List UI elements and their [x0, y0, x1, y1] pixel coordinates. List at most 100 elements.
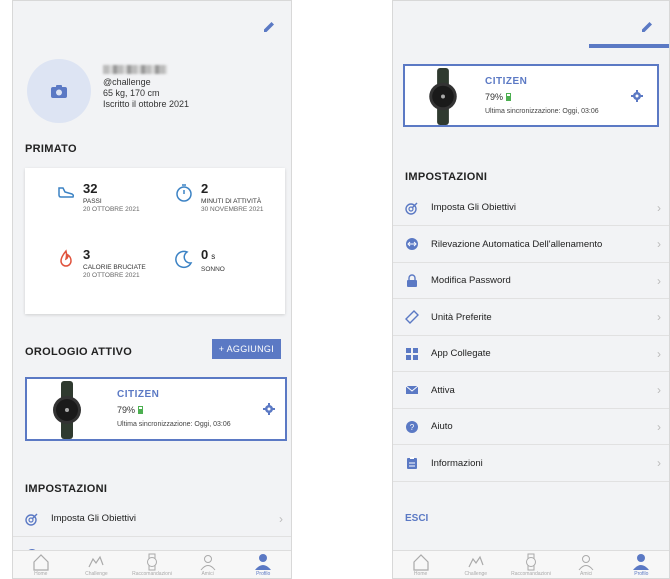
settings-item-7[interactable]: Informazioni ›: [393, 446, 669, 482]
scroll-indicator: [589, 44, 669, 48]
sleep-unit: s: [211, 252, 216, 261]
chevron-right-icon: ›: [657, 273, 661, 288]
avatar-camera-button[interactable]: [27, 59, 91, 123]
watch-card-left[interactable]: CITIZEN 79% Ultima sincronizzazione: Ogg…: [25, 377, 287, 441]
activity-label: MINUTI DI ATTIVITÀ: [201, 198, 262, 205]
tab-challenge[interactable]: Challenge: [71, 553, 121, 577]
watch-battery: 79%: [117, 405, 144, 415]
settings-item-6[interactable]: ? Aiuto ›: [393, 409, 669, 445]
profile-icon: [255, 554, 272, 570]
pencil-edit-icon[interactable]: [261, 19, 277, 35]
active-watch-title: OROLOGIO ATTIVO: [25, 346, 133, 358]
profile-joined-date: Iscritto il ottobre 2021: [103, 99, 190, 109]
watch-card-right[interactable]: CITIZEN 79% Ultima sincronizzazione: Ogg…: [403, 64, 659, 127]
gear-icon[interactable]: [631, 90, 643, 102]
tab-recommendations[interactable]: Raccomandazioni: [506, 553, 556, 577]
runners-icon: [88, 555, 104, 568]
watch-image: [53, 381, 81, 439]
ruler-icon: [405, 310, 419, 324]
chevron-right-icon: ›: [657, 419, 661, 434]
records-title: PRIMATO: [25, 143, 77, 155]
runners-icon: [468, 555, 484, 568]
calories-date: 20 OTTOBRE 2021: [83, 272, 140, 279]
help-icon: ?: [406, 420, 418, 433]
profile-icon: [633, 554, 650, 570]
tab-profile[interactable]: Profilo: [616, 553, 666, 577]
record-activity: 2 MINUTI DI ATTIVITÀ 30 NOVEMBRE 2021: [173, 182, 264, 214]
settings-item-label: Aiuto: [431, 421, 453, 432]
settings-item-label: Attiva: [431, 384, 455, 396]
friends-icon: [200, 555, 215, 571]
flame-icon: [60, 249, 72, 267]
tab-challenge[interactable]: Challenge: [451, 553, 501, 577]
lock-icon: [407, 273, 417, 287]
settings-item-5[interactable]: Attiva ›: [393, 373, 669, 409]
tab-friends[interactable]: Amici: [183, 553, 233, 577]
shoe-icon: [58, 187, 75, 198]
profile-body-stats: 65 kg, 170 cm: [103, 88, 160, 98]
auto-detect-icon: [406, 238, 418, 250]
tab-home[interactable]: Home: [396, 553, 446, 577]
profile-screen-right: CITIZEN 79% Ultima sincronizzazione: Ogg…: [392, 0, 670, 579]
settings-item-label: App Collegate: [431, 348, 491, 359]
chevron-right-icon: ›: [279, 511, 283, 526]
svg-text:?: ?: [410, 423, 415, 432]
settings-item-label: Modifica Password: [431, 275, 511, 286]
profile-screen-left: @challenge 65 kg, 170 cm Iscritto il ott…: [12, 0, 292, 579]
settings-item-label: Informazioni: [431, 457, 483, 469]
sleep-label: SONNO: [201, 266, 225, 273]
record-sleep: 0s SONNO: [173, 248, 225, 274]
tab-friends[interactable]: Amici: [561, 553, 611, 577]
watch-name: CITIZEN: [117, 389, 160, 400]
chevron-right-icon: ›: [657, 200, 661, 215]
steps-value: 32: [83, 181, 98, 196]
bottom-tab-bar: Home Challenge Raccomandazioni Amici Pro…: [13, 550, 291, 578]
settings-item-2[interactable]: Modifica Password ›: [393, 263, 669, 299]
settings-item-4[interactable]: App Collegate ›: [393, 336, 669, 372]
record-calories: 3 CALORIE BRUCIATE 20 OTTOBRE 2021: [55, 248, 146, 280]
records-card: 32 PASSI 20 OTTOBRE 2021 2 MINUTI DI ATT…: [25, 168, 285, 314]
gear-icon[interactable]: [263, 403, 275, 415]
watch-sync-status: Ultima sincronizzazione: Oggi, 03:06: [117, 421, 231, 428]
activity-value: 2: [201, 181, 209, 196]
chevron-right-icon: ›: [657, 310, 661, 324]
activity-date: 30 NOVEMBRE 2021: [201, 206, 264, 213]
stopwatch-icon: [176, 184, 192, 202]
settings-item-label: Imposta Gli Obiettivi: [431, 202, 516, 213]
moon-icon: [175, 250, 193, 269]
settings-item-1[interactable]: Rilevazione Automatica Dell'allenamento ›: [393, 227, 669, 263]
tab-profile[interactable]: Profilo: [238, 553, 288, 577]
watch-icon: [146, 553, 157, 571]
steps-label: PASSI: [83, 198, 102, 205]
watch-battery: 79%: [485, 92, 512, 102]
battery-icon: [506, 93, 512, 101]
apps-grid-icon: [406, 347, 418, 360]
logout-button[interactable]: ESCI: [405, 513, 428, 524]
goal-icon: [25, 513, 38, 526]
watch-image: [429, 68, 457, 125]
tab-home[interactable]: Home: [16, 553, 66, 577]
add-watch-button[interactable]: + AGGIUNGI: [211, 339, 281, 359]
home-icon: [412, 554, 429, 571]
camera-icon: [51, 84, 67, 98]
settings-item-3[interactable]: Unità Preferite ›: [393, 300, 669, 336]
settings-title-left: IMPOSTAZIONI: [25, 483, 108, 495]
watch-name: CITIZEN: [485, 76, 528, 87]
pencil-edit-icon[interactable]: [639, 19, 655, 35]
calories-label: CALORIE BRUCIATE: [83, 264, 146, 271]
profile-handle: @challenge: [103, 77, 151, 87]
blurred-username: [103, 65, 167, 74]
settings-item-goals-left[interactable]: Imposta Gli Obiettivi ›: [13, 501, 291, 537]
tab-recommendations[interactable]: Raccomandazioni: [127, 553, 177, 577]
steps-date: 20 OTTOBRE 2021: [83, 206, 140, 213]
goal-icon: [405, 202, 418, 215]
chevron-right-icon: ›: [657, 346, 661, 361]
friends-icon: [578, 555, 594, 571]
sleep-value: 0: [201, 247, 209, 262]
settings-item-label: Imposta Gli Obiettivi: [51, 513, 136, 524]
profile-info: @challenge 65 kg, 170 cm Iscritto il ott…: [103, 65, 189, 110]
settings-item-0[interactable]: Imposta Gli Obiettivi ›: [393, 190, 669, 226]
chevron-right-icon: ›: [657, 383, 661, 397]
settings-item-label: Unità Preferite: [431, 311, 492, 323]
chevron-right-icon: ›: [657, 237, 661, 251]
